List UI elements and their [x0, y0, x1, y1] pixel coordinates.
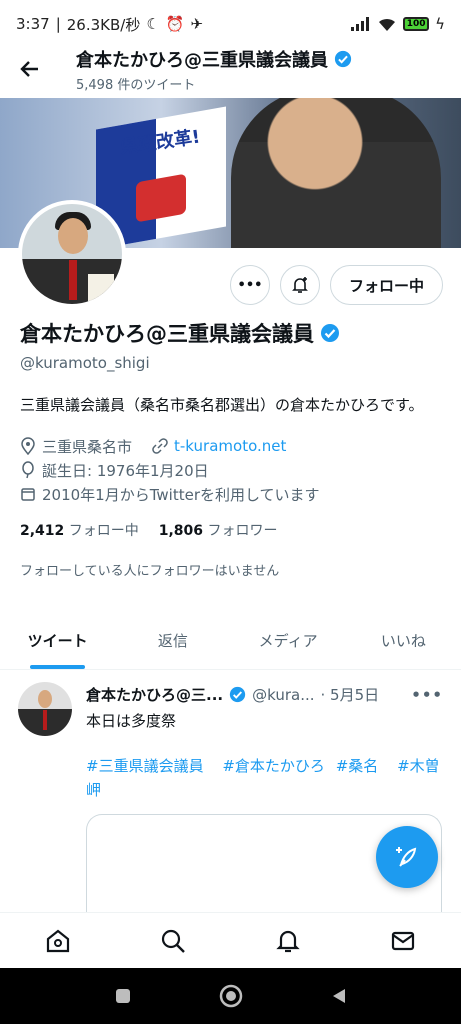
- tweet-author-name[interactable]: 倉本たかひろ@三...: [86, 684, 223, 705]
- profile-website-link[interactable]: t-kuramoto.net: [174, 437, 286, 455]
- profile-meta: 三重県桑名市 t-kuramoto.net 誕生日: 1976年1月20日 20…: [20, 434, 445, 506]
- app-notification-icon: ✈: [190, 15, 204, 33]
- profile-joined: 2010年1月からTwitterを利用しています: [42, 485, 320, 504]
- tab-tweets[interactable]: ツイート: [0, 612, 115, 669]
- profile-name-row: 倉本たかひろ@三重県議会議員: [20, 318, 445, 348]
- balloon-icon: [22, 461, 34, 479]
- profile-name: 倉本たかひろ@三重県議会議員: [20, 322, 314, 346]
- back-button[interactable]: [14, 53, 46, 85]
- tweet-more-button[interactable]: •••: [411, 686, 443, 704]
- status-separator: |: [55, 15, 61, 33]
- more-icon: •••: [237, 277, 263, 293]
- recent-apps-icon[interactable]: [114, 987, 132, 1005]
- followers-count-link[interactable]: 1,806 フォロワー: [159, 520, 278, 540]
- meta-row-location: 三重県桑名市 t-kuramoto.net: [20, 434, 445, 458]
- profile-location: 三重県桑名市: [42, 437, 133, 456]
- verified-badge-icon[interactable]: [320, 323, 340, 343]
- bell-plus-icon: [292, 277, 308, 293]
- following-count-link[interactable]: 2,412 フォロー中: [20, 520, 139, 540]
- avatar-face: [58, 218, 88, 254]
- battery-icon: 100: [403, 17, 430, 31]
- status-time: 3:37: [16, 15, 50, 33]
- tab-media[interactable]: メディア: [231, 612, 346, 669]
- search-icon: [161, 929, 185, 953]
- status-right: 100 ϟ: [351, 15, 445, 33]
- compose-tweet-button[interactable]: [376, 826, 438, 888]
- profile-tabs: ツイート 返信 メディア いいね: [0, 612, 461, 670]
- profile-bio: 三重県議会議員（桑名市桑名郡選出）の倉本たかひろです。: [20, 396, 424, 414]
- tab-likes[interactable]: いいね: [346, 612, 461, 669]
- followers-label: フォロワー: [207, 523, 278, 539]
- tweet-hashtags: #三重県議会議員 #倉本たかひろ #桑名 #木曽岬: [86, 754, 442, 802]
- meta-row-birthday: 誕生日: 1976年1月20日: [20, 458, 445, 482]
- status-left: 3:37 | 26.3KB/秒 ☾ ⏰ ✈: [16, 14, 203, 35]
- compose-feather-icon: [396, 847, 417, 867]
- signal-icon: [351, 17, 370, 31]
- followers-count: 1,806: [158, 523, 204, 539]
- header-title-row: 倉本たかひろ@三重県議会議員: [76, 46, 352, 72]
- flag-red: [136, 173, 186, 223]
- following-button[interactable]: フォロー中: [329, 265, 443, 305]
- verified-badge-icon: [334, 50, 352, 67]
- hashtag-link[interactable]: #倉本たかひろ: [222, 757, 325, 775]
- location-pin-icon: [21, 437, 35, 455]
- home-circle-icon[interactable]: [219, 984, 243, 1008]
- hashtag-link[interactable]: #桑名: [336, 757, 379, 775]
- tweet-avatar[interactable]: [18, 682, 72, 736]
- meta-row-joined: 2010年1月からTwitterを利用しています: [20, 482, 445, 506]
- hashtag-link[interactable]: #三重県議会議員: [86, 757, 204, 775]
- alarm-icon: ⏰: [165, 15, 185, 33]
- bottom-navigation: [0, 912, 461, 968]
- messages-icon: [392, 931, 415, 950]
- nav-messages[interactable]: [346, 913, 461, 968]
- profile-birthday: 誕生日: 1976年1月20日: [42, 461, 209, 480]
- banner-person: [231, 98, 441, 248]
- follow-counts: 2,412 フォロー中 1,806 フォロワー: [20, 520, 445, 540]
- no-mutual-followers: フォローしている人にフォロワーはいません: [20, 564, 280, 579]
- home-icon: [46, 929, 69, 952]
- profile-actions: ••• フォロー中: [229, 265, 443, 305]
- system-navigation-bar: [0, 968, 461, 1024]
- tweet-author-handle: @kura...: [252, 685, 315, 704]
- more-options-button[interactable]: •••: [229, 265, 270, 305]
- tweet-header: 倉本たかひろ@三... @kura... · 5月5日 •••: [86, 684, 443, 705]
- nav-search[interactable]: [115, 913, 230, 968]
- avatar-tie: [69, 260, 77, 300]
- nav-home[interactable]: [0, 913, 115, 968]
- profile-info: 倉本たかひろ@三重県議会議員 @kuramoto_shigi 三重県議会議員（桑…: [20, 318, 445, 579]
- nav-notifications[interactable]: [231, 913, 346, 968]
- wifi-icon: [379, 18, 396, 31]
- location-group: 三重県桑名市: [20, 436, 132, 457]
- profile-header: 倉本たかひろ@三重県議会議員 5,498 件のツイート: [0, 40, 461, 98]
- verified-badge-icon: [229, 686, 246, 703]
- moon-icon: ☾: [146, 15, 160, 33]
- header-title: 倉本たかひろ@三重県議会議員: [76, 49, 328, 71]
- tweet-text: 本日は多度祭: [86, 712, 177, 730]
- status-speed: 26.3KB/秒: [66, 15, 141, 34]
- tab-replies[interactable]: 返信: [115, 612, 230, 669]
- link-icon: [152, 438, 168, 454]
- tweet-avatar-face: [38, 690, 52, 708]
- profile-avatar[interactable]: [18, 200, 126, 308]
- back-arrow-icon: [20, 61, 38, 77]
- avatar-certificate: [88, 274, 114, 302]
- tweet-count: 5,498 件のツイート: [76, 77, 196, 93]
- back-triangle-icon[interactable]: [330, 987, 348, 1005]
- charging-icon: ϟ: [435, 15, 445, 33]
- profile-handle: @kuramoto_shigi: [20, 354, 150, 372]
- following-count: 2,412: [20, 523, 65, 539]
- notify-button[interactable]: [279, 265, 320, 305]
- following-label: フォロー中: [68, 523, 139, 539]
- notifications-icon: [276, 930, 300, 952]
- tweet-avatar-tie: [43, 710, 47, 730]
- website-group: t-kuramoto.net: [152, 437, 286, 455]
- tweet-date[interactable]: · 5月5日: [321, 684, 380, 705]
- header-text: 倉本たかひろ@三重県議会議員 5,498 件のツイート: [76, 46, 352, 93]
- calendar-icon: [21, 488, 35, 501]
